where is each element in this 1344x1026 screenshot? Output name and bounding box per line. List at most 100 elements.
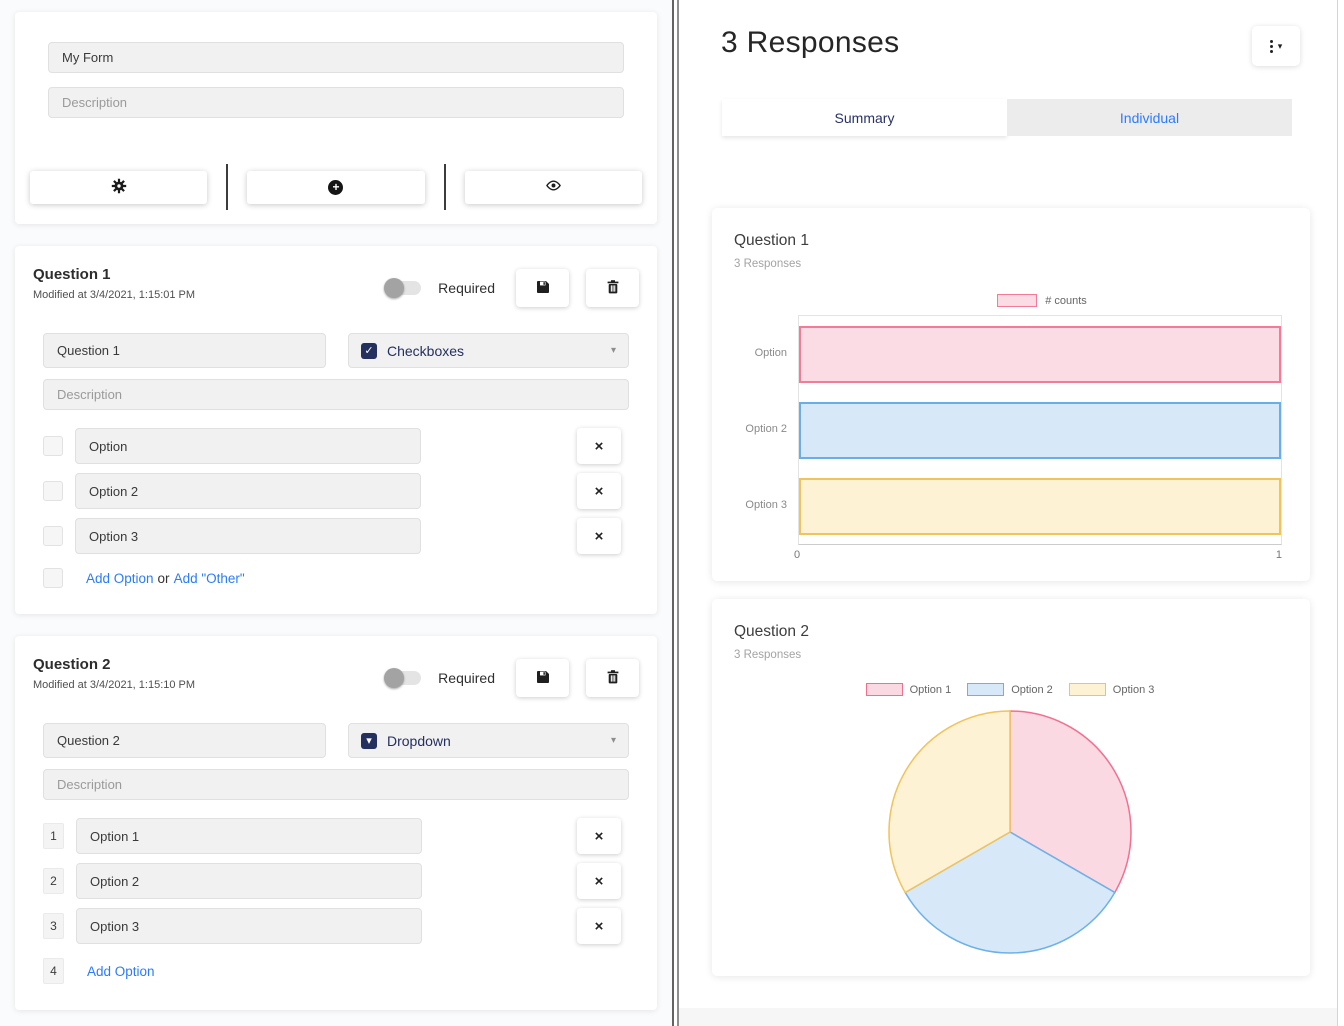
more-menu-button[interactable]: ▾ bbox=[1252, 26, 1300, 66]
bar-legend-swatch bbox=[997, 294, 1037, 307]
summary-response-count: 3 Responses bbox=[734, 649, 1286, 661]
chevron-down-icon: ▾ bbox=[611, 345, 616, 356]
pane-footer bbox=[679, 1008, 1337, 1026]
responses-title: 3 Responses bbox=[721, 26, 899, 60]
summary-question-title: Question 1 bbox=[734, 232, 1286, 250]
question-type-label: Dropdown bbox=[387, 733, 601, 749]
question-title-input[interactable] bbox=[43, 723, 326, 758]
question-card-1: Question 1 Modified at 3/4/2021, 1:15:01… bbox=[15, 246, 657, 614]
pane-divider[interactable] bbox=[672, 0, 679, 1026]
or-text: or bbox=[158, 571, 170, 586]
delete-question-button[interactable] bbox=[586, 269, 639, 307]
remove-option-button[interactable]: × bbox=[577, 908, 621, 944]
option-checkbox[interactable] bbox=[43, 436, 63, 456]
remove-option-button[interactable]: × bbox=[577, 863, 621, 899]
option-checkbox bbox=[43, 568, 63, 588]
save-icon bbox=[535, 669, 551, 688]
pie-chart-legend: Option 1 Option 2 Option 3 bbox=[734, 683, 1286, 696]
required-label: Required bbox=[438, 280, 495, 296]
question-modified-timestamp: Modified at 3/4/2021, 1:15:10 PM bbox=[33, 679, 387, 691]
eye-icon bbox=[545, 178, 562, 196]
question-modified-timestamp: Modified at 3/4/2021, 1:15:01 PM bbox=[33, 289, 387, 301]
pie-legend-swatch bbox=[967, 683, 1004, 696]
toolbar-divider bbox=[226, 164, 228, 210]
pie-legend-swatch bbox=[1069, 683, 1106, 696]
form-builder-pane: + Question 1 Modified at 3/4/2021, 1:15:… bbox=[0, 0, 672, 1026]
toggle-knob bbox=[384, 668, 404, 688]
option-number: 4 bbox=[43, 958, 64, 984]
option-checkbox[interactable] bbox=[43, 481, 63, 501]
y-axis-label: Option bbox=[734, 315, 798, 391]
question-description-input[interactable] bbox=[43, 769, 629, 800]
gear-icon bbox=[111, 178, 127, 197]
toggle-knob bbox=[384, 278, 404, 298]
bar-plot-area bbox=[798, 315, 1282, 545]
summary-question-title: Question 2 bbox=[734, 623, 1286, 641]
option-row: 2 × bbox=[43, 863, 629, 899]
option-row: 3 × bbox=[43, 908, 629, 944]
remove-option-button[interactable]: × bbox=[577, 428, 621, 464]
preview-button[interactable] bbox=[465, 171, 642, 204]
summary-response-count: 3 Responses bbox=[734, 258, 1286, 270]
chevron-down-icon: ▾ bbox=[611, 735, 616, 746]
delete-question-button[interactable] bbox=[586, 659, 639, 697]
tab-summary[interactable]: Summary bbox=[722, 99, 1007, 136]
remove-option-button[interactable]: × bbox=[577, 473, 621, 509]
required-toggle[interactable] bbox=[387, 671, 421, 685]
kebab-icon bbox=[1270, 40, 1273, 53]
option-input[interactable] bbox=[75, 428, 421, 464]
option-input[interactable] bbox=[75, 473, 421, 509]
option-row: × bbox=[43, 473, 629, 509]
option-checkbox[interactable] bbox=[43, 526, 63, 546]
bar bbox=[799, 402, 1281, 459]
form-settings-card: + bbox=[15, 12, 657, 224]
save-icon bbox=[535, 279, 551, 298]
add-option-link[interactable]: Add Option bbox=[86, 571, 154, 586]
remove-option-button[interactable]: × bbox=[577, 818, 621, 854]
remove-option-button[interactable]: × bbox=[577, 518, 621, 554]
toolbar-divider bbox=[444, 164, 446, 210]
add-other-link[interactable]: Add "Other" bbox=[174, 571, 245, 586]
x-axis-tick: 0 bbox=[794, 549, 800, 561]
option-number: 3 bbox=[43, 913, 64, 939]
tab-individual[interactable]: Individual bbox=[1007, 99, 1292, 136]
option-number: 2 bbox=[43, 868, 64, 894]
bar-legend-label: # counts bbox=[1045, 295, 1087, 307]
bar-chart-legend: # counts bbox=[798, 294, 1286, 307]
required-toggle[interactable] bbox=[387, 281, 421, 295]
question-type-select[interactable]: ▾ Dropdown ▾ bbox=[348, 723, 629, 758]
pie-legend-label: Option 1 bbox=[910, 684, 952, 696]
pie-legend-label: Option 3 bbox=[1113, 684, 1155, 696]
bar bbox=[799, 326, 1281, 383]
required-label: Required bbox=[438, 670, 495, 686]
question-heading: Question 1 bbox=[33, 266, 387, 283]
window-edge bbox=[1337, 0, 1344, 1026]
trash-icon bbox=[605, 669, 621, 688]
question-heading: Question 2 bbox=[33, 656, 387, 673]
form-description-input[interactable] bbox=[48, 87, 624, 118]
question-title-input[interactable] bbox=[43, 333, 326, 368]
option-input[interactable] bbox=[76, 818, 422, 854]
option-input[interactable] bbox=[76, 863, 422, 899]
form-title-input[interactable] bbox=[48, 42, 624, 73]
question-description-input[interactable] bbox=[43, 379, 629, 410]
option-row: 1 × bbox=[43, 818, 629, 854]
x-axis-tick: 1 bbox=[1276, 549, 1282, 561]
save-question-button[interactable] bbox=[516, 269, 569, 307]
question-type-label: Checkboxes bbox=[387, 343, 601, 359]
settings-button[interactable] bbox=[30, 171, 207, 204]
question-type-select[interactable]: ✓ Checkboxes ▾ bbox=[348, 333, 629, 368]
checkboxes-type-icon: ✓ bbox=[361, 343, 377, 359]
responses-tabs: Summary Individual bbox=[722, 99, 1292, 136]
add-question-button[interactable]: + bbox=[247, 171, 424, 204]
responses-pane: 3 Responses ▾ Summary Individual Questio… bbox=[679, 0, 1337, 1026]
y-axis-label: Option 2 bbox=[734, 391, 798, 467]
option-input[interactable] bbox=[76, 908, 422, 944]
add-option-link[interactable]: Add Option bbox=[87, 964, 155, 979]
pie-chart bbox=[886, 708, 1134, 956]
save-question-button[interactable] bbox=[516, 659, 569, 697]
y-axis-label: Option 3 bbox=[734, 467, 798, 543]
summary-card-question-2: Question 2 3 Responses Option 1 Option 2… bbox=[712, 599, 1310, 976]
option-input[interactable] bbox=[75, 518, 421, 554]
pie-legend-label: Option 2 bbox=[1011, 684, 1053, 696]
